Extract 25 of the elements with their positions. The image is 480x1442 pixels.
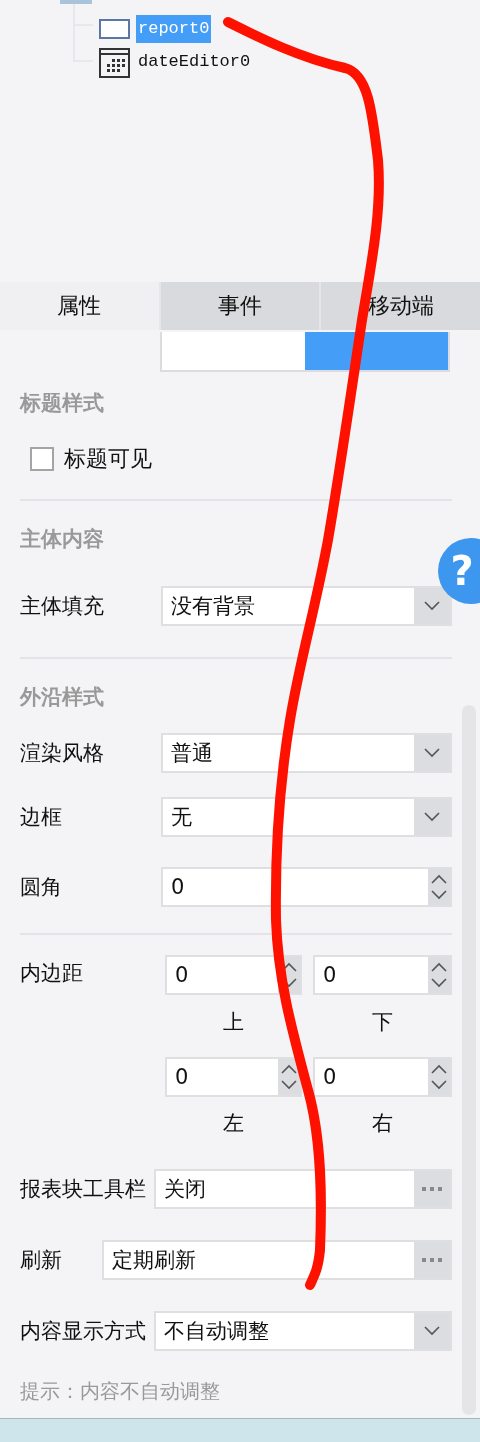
field-label: 边框 xyxy=(20,804,63,831)
tree-item[interactable]: dateEditor0 xyxy=(136,47,253,76)
hint-text: 提示：内容不自动调整 xyxy=(20,1377,220,1405)
checkbox[interactable] xyxy=(30,447,54,471)
field-label: 渲染风格 xyxy=(20,740,105,767)
field-label: 主体填充 xyxy=(20,593,105,620)
field-caption: 右 xyxy=(372,1110,393,1137)
field-label: 内容显示方式 xyxy=(20,1318,146,1345)
section-heading: 主体内容 xyxy=(20,526,104,553)
field-label: 圆角 xyxy=(20,874,63,901)
section-heading: 标题样式 xyxy=(20,390,104,417)
field-caption: 上 xyxy=(223,1009,244,1036)
field-caption: 下 xyxy=(372,1009,393,1036)
section-heading: 外沿样式 xyxy=(20,684,104,711)
tab[interactable]: 属性 xyxy=(0,282,159,330)
segmented-control[interactable] xyxy=(160,332,450,372)
checkbox-label: 标题可见 xyxy=(64,445,152,473)
field-label: 内边距 xyxy=(20,960,84,987)
field-label: 报表块工具栏 xyxy=(20,1176,146,1203)
tab[interactable]: 事件 xyxy=(160,282,320,330)
calendar-icon xyxy=(99,45,130,78)
field-caption: 左 xyxy=(223,1110,244,1137)
field-label: 刷新 xyxy=(20,1247,63,1274)
window-icon xyxy=(99,18,130,39)
tree-item-edge xyxy=(60,0,92,4)
